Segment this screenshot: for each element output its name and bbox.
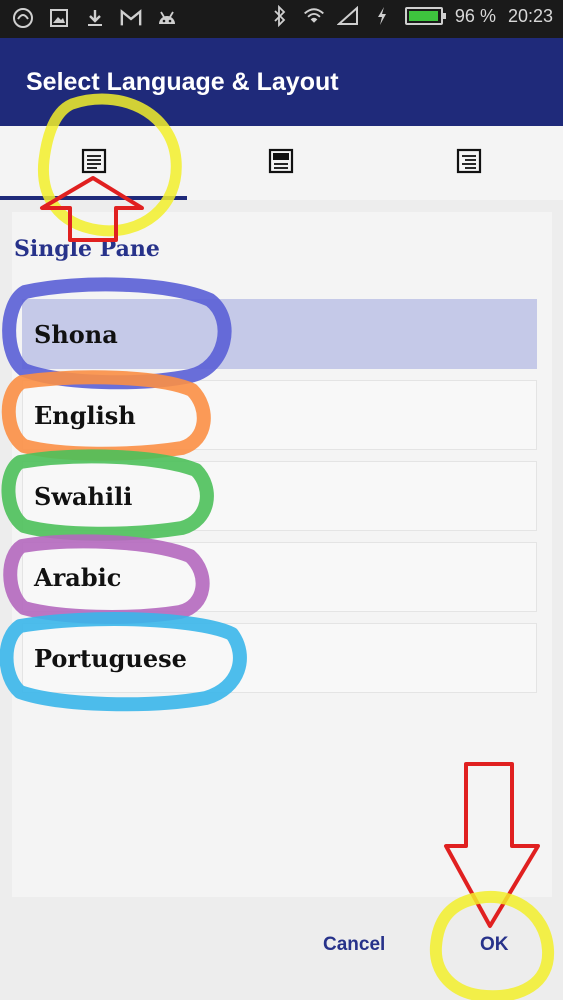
- language-panel: Single Pane Shona English Swahili Arabic…: [12, 212, 552, 897]
- language-item-swahili[interactable]: Swahili: [22, 461, 537, 531]
- notification-icons: [12, 7, 178, 29]
- language-item-arabic[interactable]: Arabic: [22, 542, 537, 612]
- download-icon: [84, 7, 106, 29]
- app-bar: Select Language & Layout: [0, 38, 563, 126]
- language-item-shona[interactable]: Shona: [22, 299, 537, 369]
- tab-single-pane[interactable]: [0, 126, 187, 200]
- single-pane-icon: [81, 148, 107, 179]
- two-pane-icon: [268, 148, 294, 179]
- gmail-icon: [120, 7, 142, 29]
- status-bar: 96 % 20:23: [0, 0, 563, 38]
- battery-icon: [404, 7, 446, 25]
- interlinear-icon: [456, 148, 482, 179]
- ok-button[interactable]: OK: [480, 934, 509, 956]
- tab-two-pane[interactable]: [187, 126, 374, 200]
- language-item-english[interactable]: English: [22, 380, 537, 450]
- charging-icon: [371, 5, 393, 27]
- section-title: Single Pane: [14, 236, 160, 262]
- wifi-icon: [303, 5, 325, 27]
- signal-icon: [336, 5, 359, 27]
- dialog-actions: Cancel OK: [0, 897, 563, 1000]
- gallery-icon: [48, 7, 70, 29]
- language-item-portuguese[interactable]: Portuguese: [22, 623, 537, 693]
- battery-percent: 96 %: [454, 5, 496, 26]
- clock: 20:23: [507, 5, 553, 26]
- system-status: 96 % 20:23: [269, 5, 553, 27]
- app-logo-icon: [12, 7, 34, 29]
- android-icon: [156, 7, 178, 29]
- layout-tabs: [0, 126, 563, 200]
- tab-interlinear[interactable]: [375, 126, 562, 200]
- active-tab-indicator: [0, 196, 187, 200]
- cancel-button[interactable]: Cancel: [323, 934, 385, 956]
- bluetooth-icon: [269, 5, 291, 27]
- dialog-title: Select Language & Layout: [26, 68, 339, 96]
